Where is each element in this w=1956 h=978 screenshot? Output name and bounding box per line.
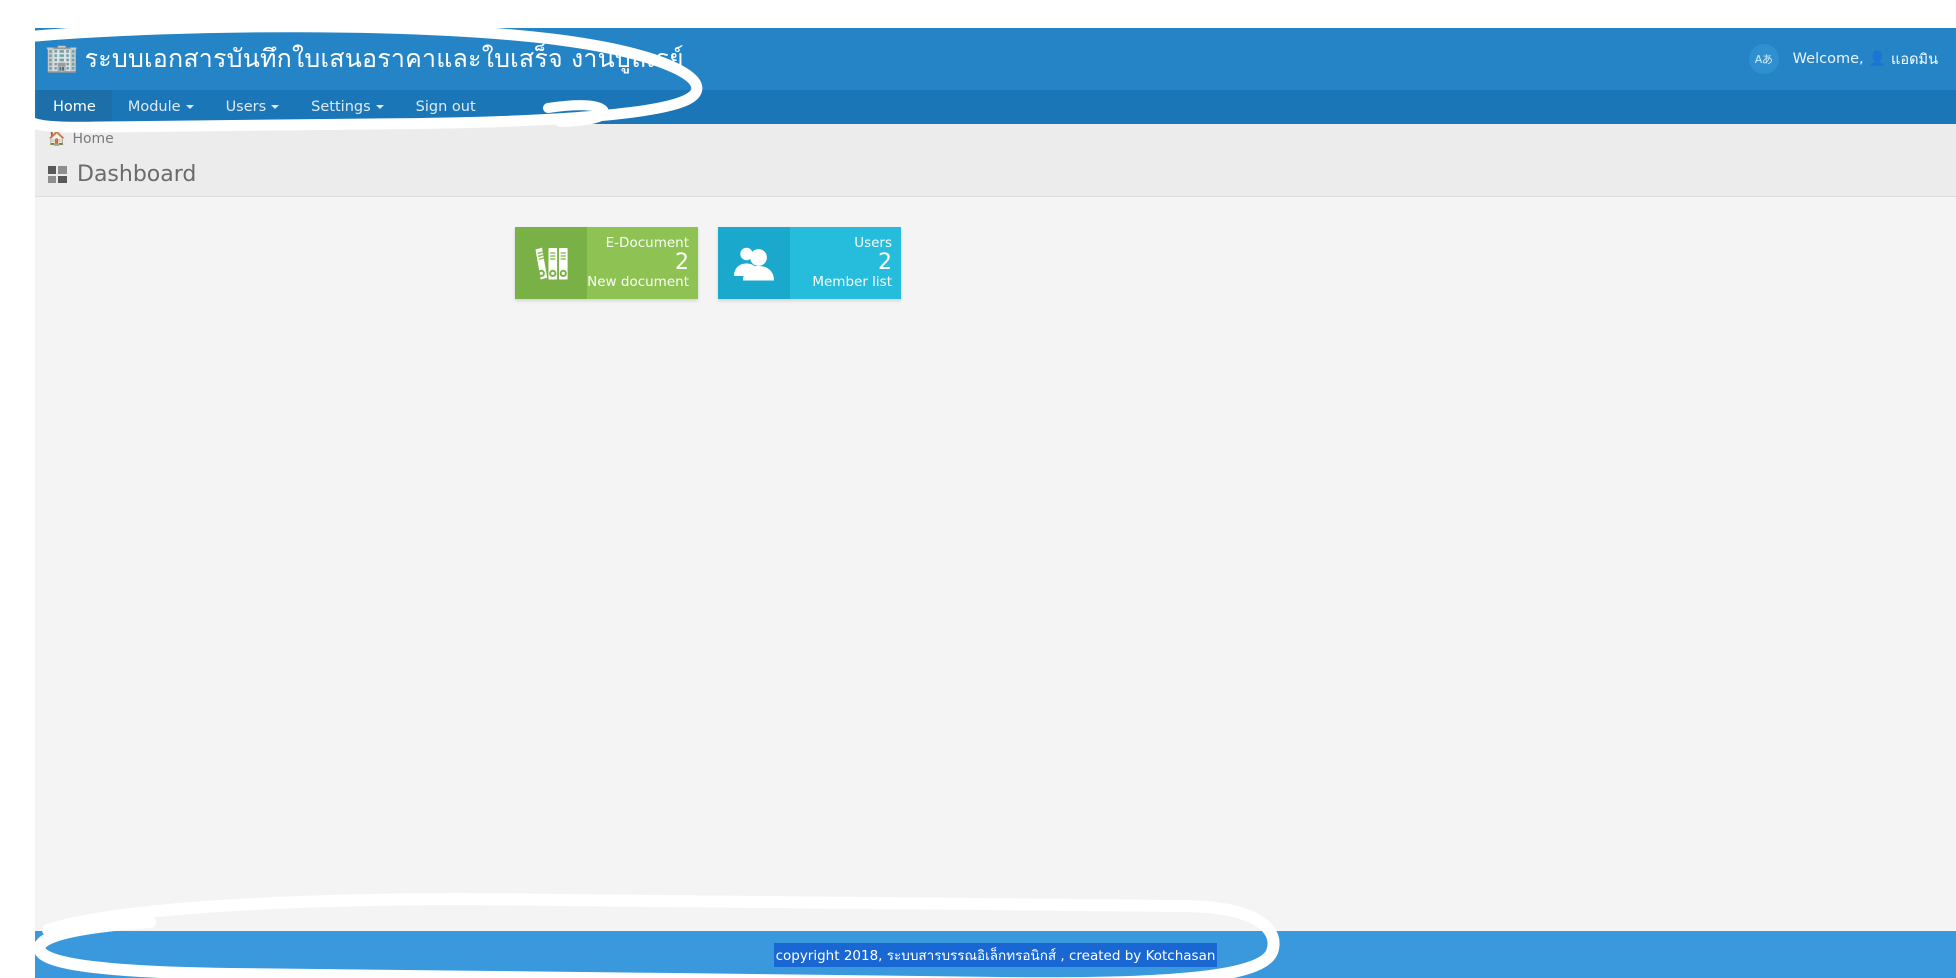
tile-body: E-Document 2 New document	[587, 227, 698, 299]
page-title-bar: Dashboard	[35, 153, 1956, 197]
nav-item-users[interactable]: Users	[210, 90, 296, 124]
breadcrumb: 🏠 Home	[35, 124, 1956, 153]
nav-item-settings[interactable]: Settings	[295, 90, 399, 124]
chevron-down-icon	[375, 105, 384, 109]
tile-count: 2	[878, 249, 892, 275]
tile-icon-panel	[515, 227, 587, 299]
user-name[interactable]: แอดมิน	[1891, 48, 1938, 71]
breadcrumb-item-home[interactable]: Home	[72, 131, 113, 147]
tile-bottom-label: New document	[587, 274, 689, 291]
main-navbar: Home Module Users Settings Sign out	[35, 90, 1956, 124]
dashboard-grid-icon	[48, 166, 67, 183]
users-group-icon	[734, 247, 774, 281]
welcome-label: Welcome,	[1792, 51, 1864, 67]
chevron-down-icon	[185, 105, 194, 109]
nav-item-label: Users	[225, 99, 267, 115]
tile-bottom-label: Member list	[812, 274, 892, 291]
page-content: E-Document 2 New document Users 2 Member…	[35, 197, 1956, 977]
application-window: 🏢 ระบบเอกสารบันทึกใบเสนอราคาและใบเสร็จ ง…	[35, 28, 1956, 978]
welcome-area: Welcome, 👤 แอดมิน	[1793, 48, 1938, 71]
tile-top-label: E-Document	[605, 234, 689, 251]
user-icon: 👤	[1868, 51, 1887, 67]
tile-top-label: Users	[854, 234, 892, 251]
home-icon: 🏠	[48, 130, 66, 147]
nav-item-label: Module	[127, 99, 181, 115]
chevron-down-icon	[271, 105, 280, 109]
brand-title: ระบบเอกสารบันทึกใบเสนอราคาและใบเสร็จ งาน…	[84, 44, 684, 73]
app-header: 🏢 ระบบเอกสารบันทึกใบเสนอราคาและใบเสร็จ ง…	[35, 28, 1956, 90]
tile-e-document[interactable]: E-Document 2 New document	[515, 227, 698, 299]
tile-count: 2	[675, 249, 689, 275]
nav-item-label: Sign out	[415, 99, 476, 115]
header-right: Aあ Welcome, 👤 แอดมิน	[1748, 44, 1938, 74]
screenshot-root: 🏢 ระบบเอกสารบันทึกใบเสนอราคาและใบเสร็จ ง…	[0, 0, 1956, 978]
binders-archive-icon	[535, 247, 568, 280]
tile-icon-panel	[718, 227, 790, 299]
nav-item-label: Settings	[311, 99, 371, 115]
page-title: Dashboard	[77, 162, 197, 187]
dashboard-tiles: E-Document 2 New document Users 2 Member…	[35, 227, 1956, 299]
nav-item-label: Home	[53, 99, 96, 115]
nav-item-module[interactable]: Module	[112, 90, 210, 124]
language-switcher-icon[interactable]: Aあ	[1748, 44, 1779, 74]
brand: 🏢 ระบบเอกสารบันทึกใบเสนอราคาและใบเสร็จ ง…	[45, 39, 684, 79]
nav-item-sign-out[interactable]: Sign out	[400, 90, 492, 124]
nav-item-home[interactable]: Home	[37, 90, 112, 124]
footer-copyright-text: copyright 2018, ระบบสารบรรณอิเล็กทรอนิกส…	[773, 942, 1218, 967]
tile-users[interactable]: Users 2 Member list	[718, 227, 901, 299]
app-footer: copyright 2018, ระบบสารบรรณอิเล็กทรอนิกส…	[35, 931, 1956, 978]
building-icon: 🏢	[45, 42, 79, 74]
tile-body: Users 2 Member list	[790, 227, 901, 299]
